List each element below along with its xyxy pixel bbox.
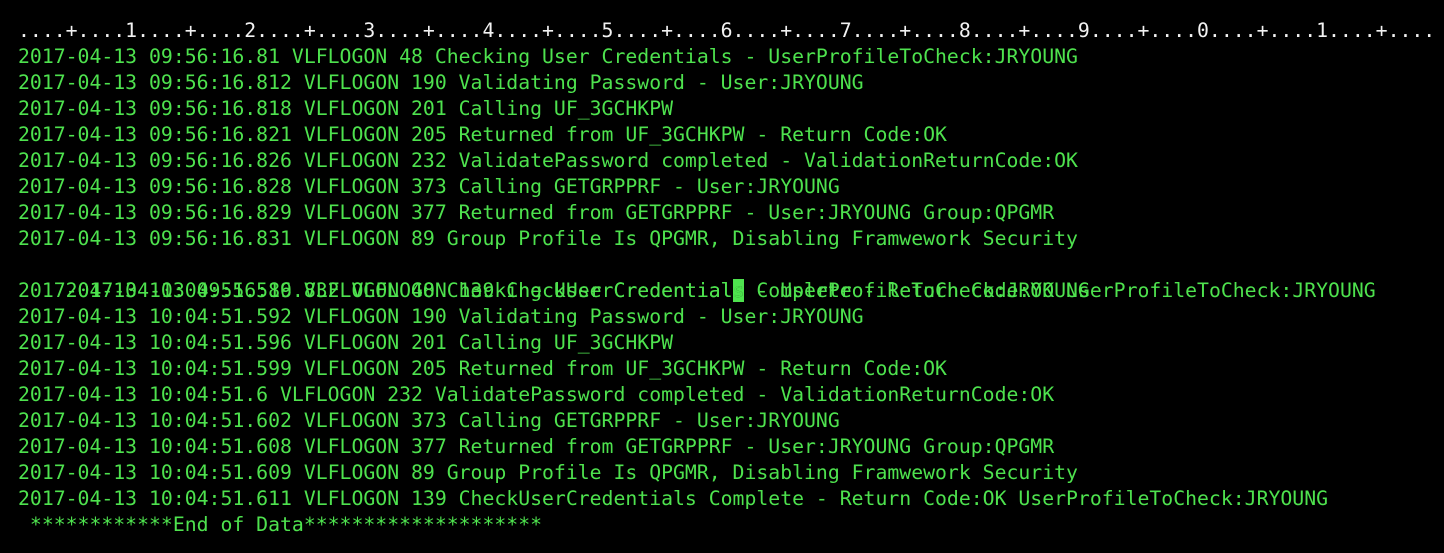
end-of-data-marker: ************End of Data*****************… — [18, 513, 543, 536]
log-line: 2017-04-13 09:56:16.826 VLFLOGON 232 Val… — [18, 149, 1078, 172]
log-line-with-cursor: 2017-04-13 09:56:16.832 VLFLOGON 139 Che… — [18, 252, 1376, 302]
log-line: 2017-04-13 10:04:51.6 VLFLOGON 232 Valid… — [18, 383, 1055, 406]
log-line: 2017-04-13 10:04:51.589 VLFLOGON 48 Chec… — [18, 279, 1090, 302]
log-line: 2017-04-13 10:04:51.608 VLFLOGON 377 Ret… — [18, 435, 1055, 458]
log-line: 2017-04-13 09:56:16.821 VLFLOGON 205 Ret… — [18, 123, 947, 146]
log-line: 2017-04-13 10:04:51.611 VLFLOGON 139 Che… — [18, 487, 1329, 510]
log-line: 2017-04-13 09:56:16.818 VLFLOGON 201 Cal… — [18, 97, 674, 120]
log-line: 2017-04-13 10:04:51.609 VLFLOGON 89 Grou… — [18, 461, 1078, 484]
log-line: 2017-04-13 09:56:16.831 VLFLOGON 89 Grou… — [18, 227, 1078, 250]
log-line: 2017-04-13 09:56:16.829 VLFLOGON 377 Ret… — [18, 201, 1055, 224]
log-line: 2017-04-13 10:04:51.599 VLFLOGON 205 Ret… — [18, 357, 947, 380]
column-ruler: ....+....1....+....2....+....3....+....4… — [18, 19, 1436, 42]
log-line: 2017-04-13 10:04:51.592 VLFLOGON 190 Val… — [18, 305, 864, 328]
log-line: 2017-04-13 09:56:16.81 VLFLOGON 48 Check… — [18, 45, 1078, 68]
log-line: 2017-04-13 09:56:16.812 VLFLOGON 190 Val… — [18, 71, 864, 94]
terminal-screen[interactable]: ....+....1....+....2....+....3....+....4… — [0, 0, 1444, 553]
log-line: 2017-04-13 10:04:51.596 VLFLOGON 201 Cal… — [18, 331, 674, 354]
log-line: 2017-04-13 10:04:51.602 VLFLOGON 373 Cal… — [18, 409, 840, 432]
log-line: 2017-04-13 09:56:16.828 VLFLOGON 373 Cal… — [18, 175, 840, 198]
